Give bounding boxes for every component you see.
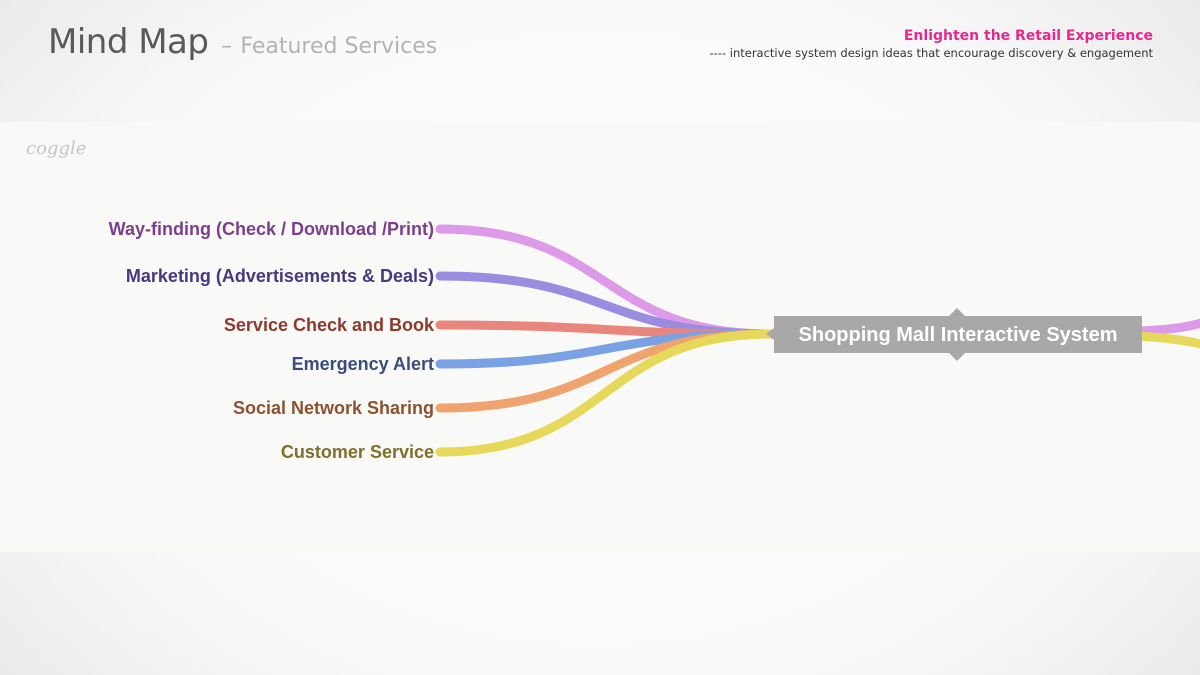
- root-node-notch-top: [949, 308, 965, 316]
- branch-label[interactable]: Social Network Sharing: [233, 398, 434, 418]
- right-branch-stub: [1135, 318, 1200, 336]
- mindmap-diagram: Shopping Mall Interactive System Way-find…: [109, 219, 1200, 462]
- branch-label[interactable]: Marketing (Advertisements & Deals): [126, 266, 434, 286]
- right-branch-stub: [1135, 331, 1200, 349]
- branch-label[interactable]: Emergency Alert: [292, 354, 434, 374]
- root-node[interactable]: Shopping Mall Interactive System: [766, 308, 1142, 361]
- root-node-notch-bottom: [949, 353, 965, 361]
- branch-label[interactable]: Service Check and Book: [224, 315, 435, 335]
- branch-label[interactable]: Customer Service: [281, 442, 434, 462]
- root-node-label: Shopping Mall Interactive System: [799, 324, 1118, 346]
- branch-label[interactable]: Way-finding (Check / Download /Print): [109, 219, 434, 239]
